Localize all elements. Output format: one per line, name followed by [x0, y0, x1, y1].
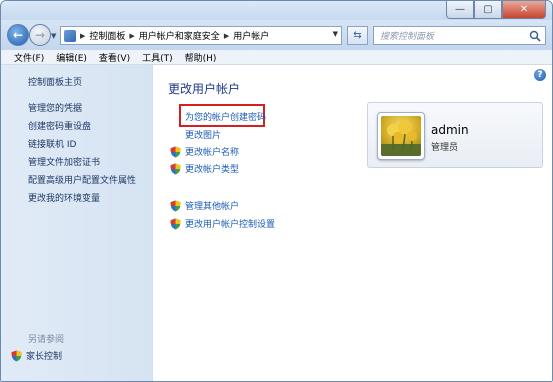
menu-file[interactable]: 文件(F)	[14, 51, 44, 64]
search-placeholder: 搜索控制面板	[380, 32, 435, 42]
back-button[interactable]: ←	[7, 24, 29, 46]
breadcrumb-user-accounts[interactable]: 用户帐户	[233, 29, 269, 42]
breadcrumb-separator-icon[interactable]: ▶	[129, 32, 134, 40]
manage-other-accounts-link[interactable]: 管理其他帐户	[170, 199, 239, 212]
breadcrumb-user-accounts-family[interactable]: 用户帐户和家庭安全	[139, 29, 220, 42]
uac-shield-icon	[170, 146, 181, 157]
change-account-name-label: 更改帐户名称	[185, 148, 240, 158]
uac-shield-icon	[170, 163, 181, 174]
maximize-button[interactable]: ▢	[474, 1, 502, 19]
refresh-button[interactable]: ⇆	[347, 26, 368, 45]
sidebar-item-advanced-profile-properties[interactable]: 配置高级用户配置文件属性	[28, 173, 136, 186]
uac-settings-label: 更改用户帐户控制设置	[185, 220, 276, 230]
change-account-name-link[interactable]: 更改帐户名称	[170, 145, 239, 158]
uac-shield-icon	[170, 218, 181, 229]
help-icon[interactable]: ?	[534, 69, 546, 81]
uac-shield-icon	[11, 350, 22, 361]
breadcrumb-separator-icon[interactable]: ▶	[224, 32, 229, 40]
parental-controls-label: 家长控制	[26, 352, 63, 362]
page-title: 更改用户帐户	[168, 82, 241, 96]
close-button[interactable]: ✕	[502, 1, 546, 19]
menu-bar: 文件(F) 编辑(E) 查看(V) 工具(T) 帮助(H)	[1, 50, 552, 65]
change-account-type-label: 更改帐户类型	[185, 165, 240, 175]
breadcrumb-control-panel[interactable]: 控制面板	[89, 29, 125, 42]
navigation-bar: ← → ▼ ▶ 控制面板 ▶ 用户帐户和家庭安全 ▶ 用户帐户 ▼ ⇆ 搜索控制…	[1, 20, 552, 50]
menu-view[interactable]: 查看(V)	[99, 51, 130, 64]
breadcrumb-separator-icon[interactable]: ▶	[80, 32, 85, 40]
sidebar-item-environment-variables[interactable]: 更改我的环境变量	[28, 191, 100, 204]
sidebar-item-file-encryption-certificates[interactable]: 管理文件加密证书	[28, 155, 100, 168]
control-panel-icon	[64, 29, 76, 42]
user-picture	[381, 116, 421, 156]
menu-edit[interactable]: 编辑(E)	[56, 51, 87, 64]
change-account-type-link[interactable]: 更改帐户类型	[170, 162, 239, 175]
search-icon[interactable]	[528, 29, 542, 43]
avatar	[377, 112, 425, 160]
sidebar: 控制面板主页 管理您的凭据 创建密码重设盘 链接联机 ID 管理文件加密证书 配…	[1, 65, 153, 381]
arrow-left-icon: ←	[12, 28, 24, 42]
window-controls: — ▢ ✕	[446, 1, 546, 19]
sidebar-item-control-panel-home[interactable]: 控制面板主页	[28, 75, 82, 88]
sidebar-item-manage-credentials[interactable]: 管理您的凭据	[28, 101, 82, 114]
sidebar-item-parental-controls[interactable]: 家长控制	[11, 349, 62, 362]
manage-other-accounts-label: 管理其他帐户	[185, 202, 240, 212]
user-name: admin	[431, 123, 469, 137]
minimize-button[interactable]: —	[446, 1, 474, 19]
address-bar[interactable]: ▶ 控制面板 ▶ 用户帐户和家庭安全 ▶ 用户帐户 ▼	[60, 26, 342, 45]
sidebar-item-link-online-id[interactable]: 链接联机 ID	[28, 137, 76, 150]
search-input[interactable]: 搜索控制面板	[373, 26, 546, 45]
uac-shield-icon	[170, 200, 181, 211]
recent-pages-dropdown-icon[interactable]: ▼	[51, 32, 56, 40]
menu-tools[interactable]: 工具(T)	[142, 51, 173, 64]
refresh-icon: ⇆	[353, 30, 362, 41]
arrow-right-icon: →	[34, 28, 46, 42]
create-password-link[interactable]: 为您的帐户创建密码	[185, 110, 266, 123]
forward-button[interactable]: →	[29, 24, 51, 46]
change-picture-link[interactable]: 更改图片	[185, 128, 221, 141]
window: — ▢ ✕ ← → ▼ ▶ 控制面板 ▶ 用户帐户和家庭安全 ▶ 用户帐户 ▼ …	[0, 0, 553, 382]
see-also-heading: 另请参阅	[28, 335, 65, 345]
user-role: 管理员	[431, 143, 459, 153]
uac-settings-link[interactable]: 更改用户帐户控制设置	[170, 217, 275, 230]
user-card: admin 管理员	[367, 102, 543, 168]
address-dropdown-icon[interactable]: ▼	[333, 30, 338, 38]
sidebar-item-password-reset-disk[interactable]: 创建密码重设盘	[28, 119, 91, 132]
menu-help[interactable]: 帮助(H)	[185, 51, 217, 64]
title-bar: — ▢ ✕	[1, 1, 552, 20]
main-content: ? 更改用户帐户 为您的帐户创建密码 更改图片 更改帐户名称 更改帐户类型 管理…	[153, 65, 552, 381]
